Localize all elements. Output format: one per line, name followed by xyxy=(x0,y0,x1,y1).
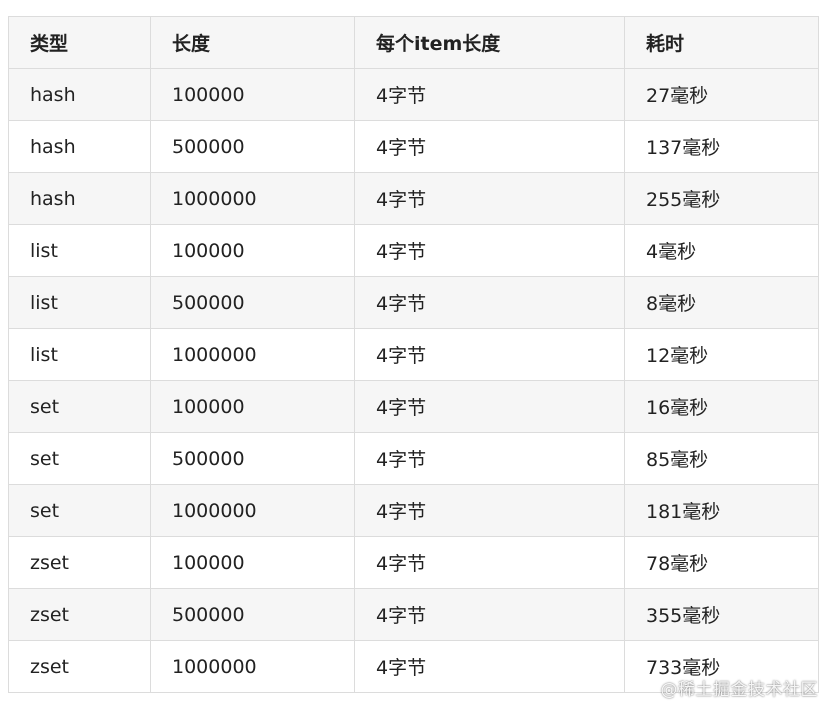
table-row: list 500000 4字节 8毫秒 xyxy=(8,276,819,329)
cell-duration: 355毫秒 xyxy=(624,588,819,641)
cell-length: 500000 xyxy=(150,120,355,173)
header-type: 类型 xyxy=(8,16,151,69)
table-row: set 100000 4字节 16毫秒 xyxy=(8,380,819,433)
cell-length: 1000000 xyxy=(150,484,355,537)
cell-length: 1000000 xyxy=(150,640,355,693)
cell-length: 500000 xyxy=(150,432,355,485)
table-row: zset 100000 4字节 78毫秒 xyxy=(8,536,819,589)
cell-length: 100000 xyxy=(150,224,355,277)
table-header-row: 类型 长度 每个item长度 耗时 xyxy=(8,16,819,69)
watermark-text: @稀土掘金技术社区 xyxy=(660,680,818,700)
table-row: list 100000 4字节 4毫秒 xyxy=(8,224,819,277)
cell-type: zset xyxy=(8,588,151,641)
cell-item-length: 4字节 xyxy=(354,640,625,693)
cell-length: 1000000 xyxy=(150,328,355,381)
cell-length: 100000 xyxy=(150,536,355,589)
data-table-container: 类型 长度 每个item长度 耗时 hash 100000 4字节 27毫秒 h… xyxy=(8,16,819,693)
table-row: hash 500000 4字节 137毫秒 xyxy=(8,120,819,173)
cell-type: hash xyxy=(8,68,151,121)
table-row: list 1000000 4字节 12毫秒 xyxy=(8,328,819,381)
cell-type: set xyxy=(8,380,151,433)
cell-item-length: 4字节 xyxy=(354,432,625,485)
cell-length: 100000 xyxy=(150,68,355,121)
cell-item-length: 4字节 xyxy=(354,172,625,225)
cell-item-length: 4字节 xyxy=(354,224,625,277)
cell-type: set xyxy=(8,432,151,485)
header-item-length: 每个item长度 xyxy=(354,16,625,69)
cell-length: 100000 xyxy=(150,380,355,433)
cell-item-length: 4字节 xyxy=(354,120,625,173)
cell-item-length: 4字节 xyxy=(354,68,625,121)
cell-item-length: 4字节 xyxy=(354,536,625,589)
cell-item-length: 4字节 xyxy=(354,380,625,433)
header-duration: 耗时 xyxy=(624,16,819,69)
cell-item-length: 4字节 xyxy=(354,484,625,537)
cell-type: list xyxy=(8,224,151,277)
cell-duration: 12毫秒 xyxy=(624,328,819,381)
cell-duration: 255毫秒 xyxy=(624,172,819,225)
cell-item-length: 4字节 xyxy=(354,588,625,641)
cell-type: zset xyxy=(8,536,151,589)
cell-duration: 27毫秒 xyxy=(624,68,819,121)
cell-type: zset xyxy=(8,640,151,693)
cell-length: 500000 xyxy=(150,588,355,641)
cell-duration: 78毫秒 xyxy=(624,536,819,589)
cell-duration: 4毫秒 xyxy=(624,224,819,277)
cell-type: hash xyxy=(8,120,151,173)
cell-length: 1000000 xyxy=(150,172,355,225)
cell-type: hash xyxy=(8,172,151,225)
cell-duration: 85毫秒 xyxy=(624,432,819,485)
cell-item-length: 4字节 xyxy=(354,328,625,381)
cell-type: list xyxy=(8,328,151,381)
table-row: set 1000000 4字节 181毫秒 xyxy=(8,484,819,537)
redis-benchmark-table: 类型 长度 每个item长度 耗时 hash 100000 4字节 27毫秒 h… xyxy=(8,16,819,693)
cell-duration: 137毫秒 xyxy=(624,120,819,173)
table-row: hash 100000 4字节 27毫秒 xyxy=(8,68,819,121)
table-row: zset 500000 4字节 355毫秒 xyxy=(8,588,819,641)
cell-type: set xyxy=(8,484,151,537)
cell-item-length: 4字节 xyxy=(354,276,625,329)
table-row: set 500000 4字节 85毫秒 xyxy=(8,432,819,485)
cell-length: 500000 xyxy=(150,276,355,329)
header-length: 长度 xyxy=(150,16,355,69)
cell-duration: 16毫秒 xyxy=(624,380,819,433)
cell-type: list xyxy=(8,276,151,329)
cell-duration: 8毫秒 xyxy=(624,276,819,329)
cell-duration: 181毫秒 xyxy=(624,484,819,537)
table-row: hash 1000000 4字节 255毫秒 xyxy=(8,172,819,225)
